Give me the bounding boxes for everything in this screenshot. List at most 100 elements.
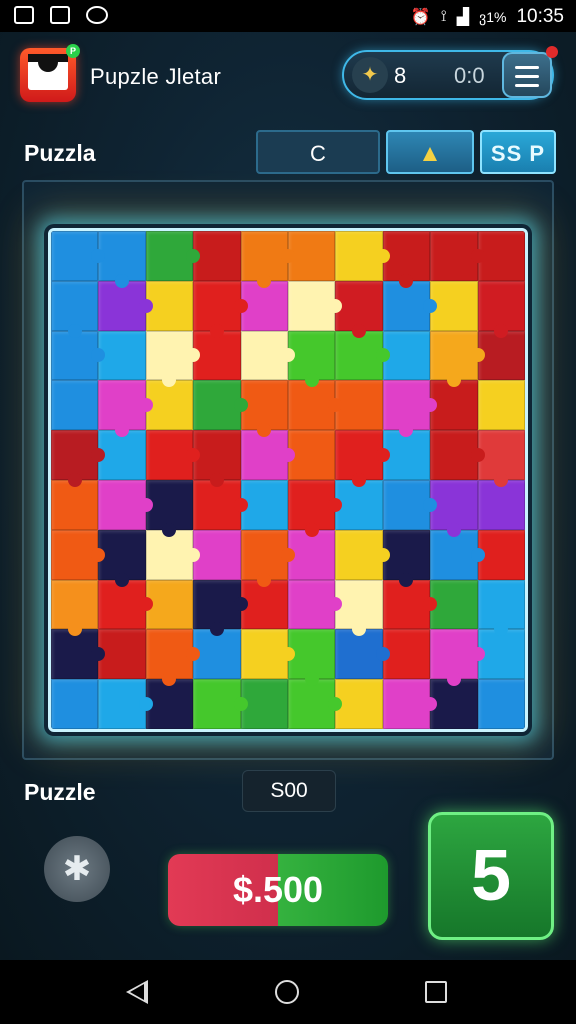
puzzle-piece[interactable]: [193, 479, 248, 530]
puzzle-piece[interactable]: [145, 529, 201, 580]
puzzle-piece[interactable]: [145, 629, 201, 687]
puzzle-piece[interactable]: [193, 380, 248, 431]
puzzle-piece[interactable]: [335, 330, 390, 381]
puzzle-piece[interactable]: [145, 579, 194, 630]
puzzle-piece[interactable]: [382, 479, 438, 530]
puzzle-piece[interactable]: [382, 529, 431, 587]
puzzle-piece[interactable]: [430, 479, 478, 537]
puzzle-piece[interactable]: [335, 529, 390, 580]
puzzle-piece[interactable]: [240, 629, 295, 680]
puzzle-piece[interactable]: [477, 529, 525, 580]
puzzle-piece[interactable]: [51, 430, 106, 487]
puzzle-piece[interactable]: [240, 529, 295, 587]
puzzle-piece[interactable]: [240, 479, 288, 530]
puzzle-piece[interactable]: [430, 679, 478, 729]
puzzle-piece[interactable]: [288, 430, 336, 480]
recent-apps-icon[interactable]: [425, 981, 447, 1003]
puzzle-piece[interactable]: [288, 280, 343, 331]
puzzle-piece[interactable]: [430, 430, 485, 480]
puzzle-piece[interactable]: [240, 430, 295, 480]
puzzle-piece[interactable]: [477, 579, 525, 637]
puzzle-piece[interactable]: [430, 280, 478, 331]
level-button[interactable]: 5: [428, 812, 554, 940]
puzzle-piece[interactable]: [51, 330, 106, 381]
puzzle-piece[interactable]: [51, 579, 99, 637]
puzzle-piece[interactable]: [382, 231, 431, 288]
puzzle-board[interactable]: [48, 228, 528, 732]
app-logo[interactable]: P: [20, 44, 80, 102]
puzzle-piece[interactable]: [193, 330, 241, 381]
puzzle-piece[interactable]: [288, 529, 336, 580]
puzzle-piece[interactable]: [335, 579, 383, 637]
puzzle-piece[interactable]: [98, 529, 146, 587]
puzzle-piece[interactable]: [382, 380, 438, 438]
puzzle-piece[interactable]: [51, 231, 106, 281]
tab-c[interactable]: C: [256, 130, 380, 174]
puzzle-piece[interactable]: [335, 679, 383, 729]
puzzle-piece[interactable]: [240, 380, 288, 438]
puzzle-piece[interactable]: [240, 679, 288, 729]
puzzle-piece[interactable]: [98, 629, 146, 680]
puzzle-piece[interactable]: [145, 679, 194, 729]
puzzle-piece[interactable]: [145, 380, 194, 431]
puzzle-piece[interactable]: [145, 330, 201, 388]
puzzle-piece[interactable]: [288, 479, 343, 537]
hint-button[interactable]: ✱: [44, 836, 110, 902]
puzzle-piece[interactable]: [145, 479, 194, 537]
puzzle-piece[interactable]: [98, 330, 146, 381]
puzzle-piece[interactable]: [382, 330, 431, 381]
puzzle-piece[interactable]: [335, 430, 390, 487]
puzzle-piece[interactable]: [430, 579, 478, 630]
puzzle-piece[interactable]: [477, 430, 525, 487]
puzzle-piece[interactable]: [193, 529, 241, 580]
puzzle-piece[interactable]: [335, 479, 383, 530]
puzzle-piece[interactable]: [335, 231, 390, 281]
puzzle-piece[interactable]: [382, 629, 431, 680]
puzzle-piece[interactable]: [145, 231, 201, 281]
puzzle-piece[interactable]: [240, 280, 288, 331]
puzzle-piece[interactable]: [288, 330, 336, 388]
menu-button[interactable]: [502, 52, 552, 98]
puzzle-piece[interactable]: [193, 579, 248, 637]
puzzle-piece[interactable]: [98, 679, 153, 729]
puzzle-piece[interactable]: [145, 280, 194, 331]
puzzle-piece[interactable]: [193, 629, 241, 680]
puzzle-piece[interactable]: [430, 330, 485, 388]
puzzle-piece[interactable]: [193, 430, 241, 487]
puzzle-piece[interactable]: [477, 280, 525, 338]
puzzle-piece[interactable]: [51, 679, 99, 729]
puzzle-piece[interactable]: [193, 231, 241, 281]
puzzle-piece[interactable]: [288, 231, 336, 281]
puzzle-piece[interactable]: [51, 280, 99, 338]
puzzle-piece[interactable]: [477, 231, 525, 281]
tab-ssp[interactable]: SS P: [480, 130, 556, 174]
puzzle-piece[interactable]: [477, 330, 525, 381]
puzzle-piece[interactable]: [382, 579, 438, 630]
puzzle-piece[interactable]: [51, 380, 99, 431]
puzzle-piece[interactable]: [51, 479, 99, 530]
puzzle-piece[interactable]: [51, 529, 106, 580]
puzzle-piece[interactable]: [430, 231, 485, 281]
puzzle-piece[interactable]: [240, 579, 288, 630]
puzzle-piece[interactable]: [98, 479, 153, 530]
puzzle-piece[interactable]: [98, 579, 153, 630]
puzzle-piece[interactable]: [288, 579, 343, 630]
puzzle-piece[interactable]: [382, 679, 438, 729]
puzzle-piece[interactable]: [382, 430, 431, 480]
home-icon[interactable]: [275, 980, 299, 1004]
puzzle-piece[interactable]: [288, 679, 343, 729]
puzzle-piece[interactable]: [430, 629, 485, 687]
puzzle-piece[interactable]: [477, 629, 525, 680]
puzzle-piece[interactable]: [240, 330, 295, 381]
puzzle-piece[interactable]: [430, 529, 485, 580]
puzzle-piece[interactable]: [335, 280, 383, 338]
puzzle-piece[interactable]: [98, 430, 146, 480]
puzzle-piece[interactable]: [477, 479, 525, 530]
puzzle-piece[interactable]: [240, 231, 295, 288]
puzzle-piece[interactable]: [382, 280, 438, 331]
puzzle-piece[interactable]: [430, 380, 478, 431]
puzzle-piece[interactable]: [288, 629, 336, 687]
back-icon[interactable]: [126, 980, 148, 1004]
puzzle-piece[interactable]: [288, 380, 343, 431]
puzzle-piece[interactable]: [335, 629, 390, 680]
